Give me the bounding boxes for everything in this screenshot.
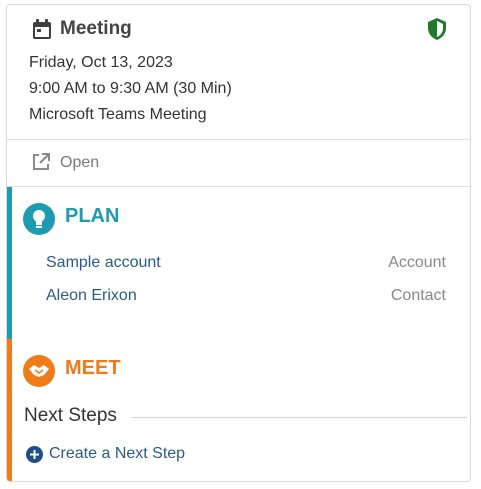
handshake-icon — [23, 355, 55, 387]
activity-header: Meeting Friday, Oct 13, 2023 9:00 AM to … — [7, 5, 470, 139]
next-steps-heading: Next Steps — [24, 405, 121, 427]
activity-time: 9:00 AM to 9:30 AM (30 Min) — [29, 80, 232, 97]
related-item-type: Contact — [390, 287, 446, 304]
activity-location: Microsoft Teams Meeting — [29, 106, 207, 123]
meet-section: MEET Next Steps Create a Next Step — [7, 339, 470, 481]
activity-title: Meeting — [60, 18, 132, 39]
plan-section: PLAN Sample account Account Aleon Erixon… — [7, 187, 470, 339]
plan-title: PLAN — [65, 205, 120, 227]
lightbulb-icon — [23, 203, 55, 235]
related-item-link[interactable]: Sample account — [46, 254, 161, 272]
open-label: Open — [60, 154, 100, 171]
related-item-link[interactable]: Aleon Erixon — [46, 287, 137, 305]
create-next-step-label: Create a Next Step — [49, 445, 186, 462]
plus-circle-icon — [26, 446, 43, 463]
meet-title: MEET — [65, 357, 121, 379]
activity-date: Friday, Oct 13, 2023 — [29, 54, 173, 71]
shield-icon — [428, 18, 446, 40]
related-item-account: Sample account Account — [46, 254, 446, 276]
open-button[interactable]: Open — [7, 140, 470, 186]
related-item-type: Account — [388, 254, 446, 271]
external-link-icon — [33, 153, 50, 170]
related-item-contact: Aleon Erixon Contact — [46, 287, 446, 309]
calendar-icon — [33, 19, 51, 39]
activity-card: Meeting Friday, Oct 13, 2023 9:00 AM to … — [6, 4, 471, 482]
next-steps-divider — [132, 417, 467, 418]
